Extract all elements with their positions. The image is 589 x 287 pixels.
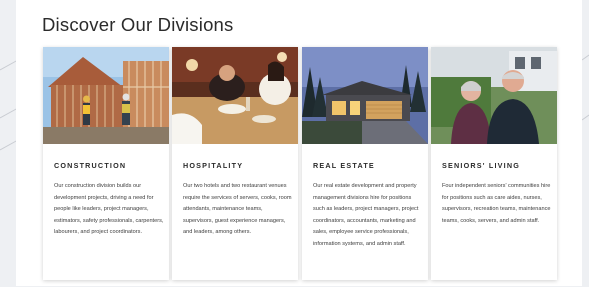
division-description: Our two hotels and two restaurant venues…	[183, 183, 292, 236]
division-description: Our construction division builds our dev…	[54, 183, 164, 236]
restaurant-dining-photo	[172, 47, 298, 144]
construction-workers-photo	[43, 47, 169, 144]
division-description: Our real estate development and property…	[313, 183, 419, 247]
division-description: Four independent seniors' communities hi…	[442, 183, 551, 224]
division-title: HOSPITALITY	[183, 161, 244, 170]
division-title: REAL ESTATE	[313, 161, 375, 170]
section-heading: Discover Our Divisions	[42, 14, 234, 35]
senior-couple-photo	[431, 47, 557, 144]
division-card-hospitality[interactable]: HOSPITALITY Our two hotels and two resta…	[172, 47, 298, 280]
division-title: CONSTRUCTION	[54, 161, 127, 170]
division-cards: CONSTRUCTION Our construction division b…	[43, 47, 558, 287]
division-card-construction[interactable]: CONSTRUCTION Our construction division b…	[43, 47, 169, 280]
house-at-dusk-photo	[302, 47, 428, 144]
division-title: SENIORS' LIVING	[442, 161, 521, 170]
division-card-seniors-living[interactable]: SENIORS' LIVING Four independent seniors…	[431, 47, 557, 280]
division-card-real-estate[interactable]: REAL ESTATE Our real estate development …	[302, 47, 428, 280]
